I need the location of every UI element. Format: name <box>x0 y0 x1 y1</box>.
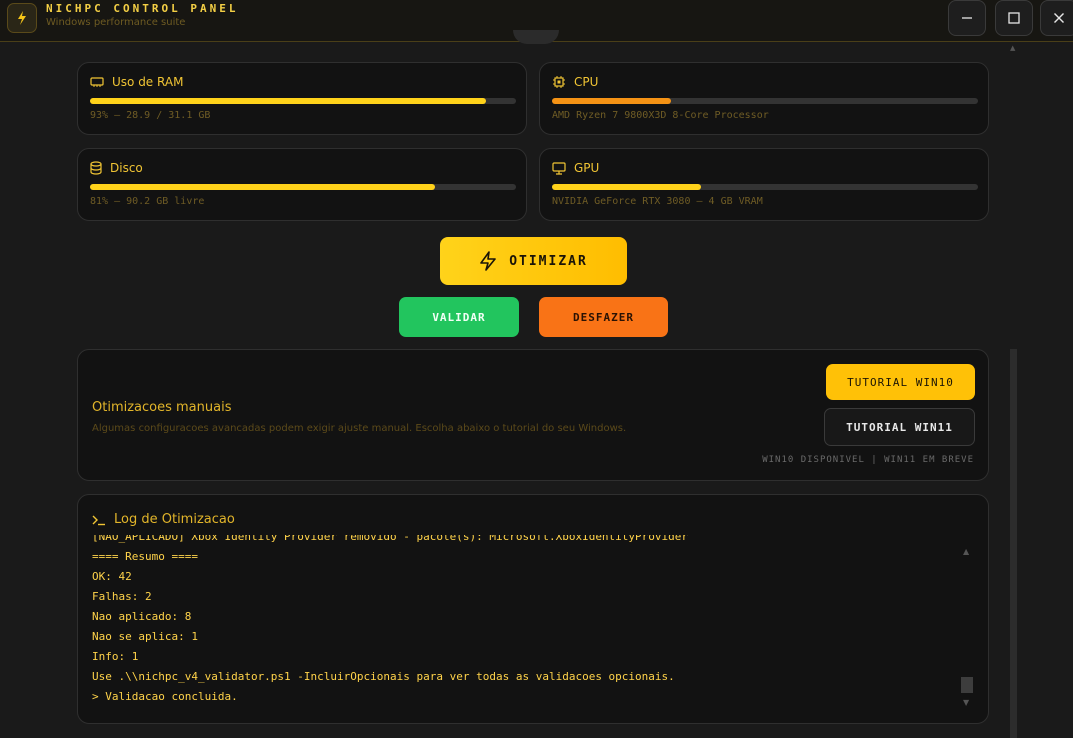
app-subtitle: Windows performance suite <box>46 17 186 28</box>
monitor-icon <box>552 161 566 175</box>
ram-usage-info: 93% — 28.9 / 31.1 GB <box>90 110 211 121</box>
undo-button[interactable]: DESFAZER <box>539 297 668 337</box>
validate-button[interactable]: VALIDAR <box>399 297 519 337</box>
manual-optimizations-panel: Otimizacoes manuais Algumas configuracoe… <box>77 349 989 481</box>
gpu-info: NVIDIA GeForce RTX 3080 — 4 GB VRAM <box>552 196 763 207</box>
log-line: Nao aplicado: 8 <box>92 610 192 623</box>
tutorial-win10-button[interactable]: TUTORIAL WIN10 <box>826 364 975 400</box>
log-line: ==== Resumo ==== <box>92 550 198 563</box>
tutorial-availability: WIN10 DISPONIVEL | WIN11 EM BREVE <box>762 455 974 465</box>
scroll-up-arrow-icon[interactable]: ▲ <box>1010 44 1015 52</box>
log-title: Log de Otimizacao <box>114 512 235 527</box>
cpu-usage-bar <box>552 98 978 104</box>
manual-description: Algumas configuracoes avancadas podem ex… <box>92 423 627 434</box>
close-button[interactable] <box>1040 0 1073 36</box>
log-line: Use .\\nichpc_v4_validator.ps1 -IncluirO… <box>92 670 675 683</box>
disk-usage-bar <box>90 184 516 190</box>
log-scroll-thumb[interactable] <box>961 677 973 693</box>
log-scrollbar[interactable]: ▲ ▼ <box>961 547 973 707</box>
log-line: Info: 1 <box>92 650 139 663</box>
optimize-label: OTIMIZAR <box>509 253 588 269</box>
page-scrollbar[interactable] <box>1010 349 1017 738</box>
maximize-button[interactable] <box>995 0 1033 36</box>
header-ornament <box>513 30 559 44</box>
memory-icon <box>90 77 104 87</box>
log-line: [NAO_APLICADO] Xbox Identity Provider re… <box>92 535 689 543</box>
optimization-log-panel: Log de Otimizacao [NAO_APLICADO] Xbox Id… <box>77 494 989 724</box>
app-logo <box>7 3 37 33</box>
disk-icon <box>90 161 102 175</box>
app-title: NICHPC CONTROL PANEL <box>46 2 239 15</box>
lightning-icon <box>480 251 496 271</box>
cpu-card: CPU AMD Ryzen 7 9800X3D 8-Core Processor <box>539 62 989 135</box>
ram-usage-card: Uso de RAM 93% — 28.9 / 31.1 GB <box>77 62 527 135</box>
gpu-usage-bar <box>552 184 978 190</box>
optimize-button[interactable]: OTIMIZAR <box>440 237 627 285</box>
ram-usage-bar <box>90 98 516 104</box>
log-line: > Validacao concluida. <box>92 690 238 703</box>
scroll-down-icon[interactable]: ▼ <box>963 698 969 707</box>
disk-info: 81% — 90.2 GB livre <box>90 196 205 207</box>
cpu-icon <box>553 76 565 88</box>
terminal-icon <box>92 515 105 525</box>
log-line: Falhas: 2 <box>92 590 152 603</box>
ram-label: Uso de RAM <box>112 75 184 89</box>
gpu-label: GPU <box>574 161 600 175</box>
cpu-info: AMD Ryzen 7 9800X3D 8-Core Processor <box>552 110 769 121</box>
gpu-card: GPU NVIDIA GeForce RTX 3080 — 4 GB VRAM <box>539 148 989 221</box>
disk-card: Disco 81% — 90.2 GB livre <box>77 148 527 221</box>
manual-title: Otimizacoes manuais <box>92 400 232 415</box>
log-line: Nao se aplica: 1 <box>92 630 198 643</box>
disk-label: Disco <box>110 161 143 175</box>
log-output: [NAO_APLICADO] Xbox Identity Provider re… <box>92 535 952 720</box>
minimize-button[interactable] <box>948 0 986 36</box>
tutorial-win11-button[interactable]: TUTORIAL WIN11 <box>824 408 975 446</box>
close-icon <box>1054 13 1064 23</box>
log-line: OK: 42 <box>92 570 132 583</box>
minimize-icon <box>962 17 972 19</box>
cpu-label: CPU <box>574 75 599 89</box>
bolt-icon <box>18 11 26 25</box>
scroll-up-icon[interactable]: ▲ <box>963 547 969 556</box>
maximize-icon <box>1008 12 1020 24</box>
